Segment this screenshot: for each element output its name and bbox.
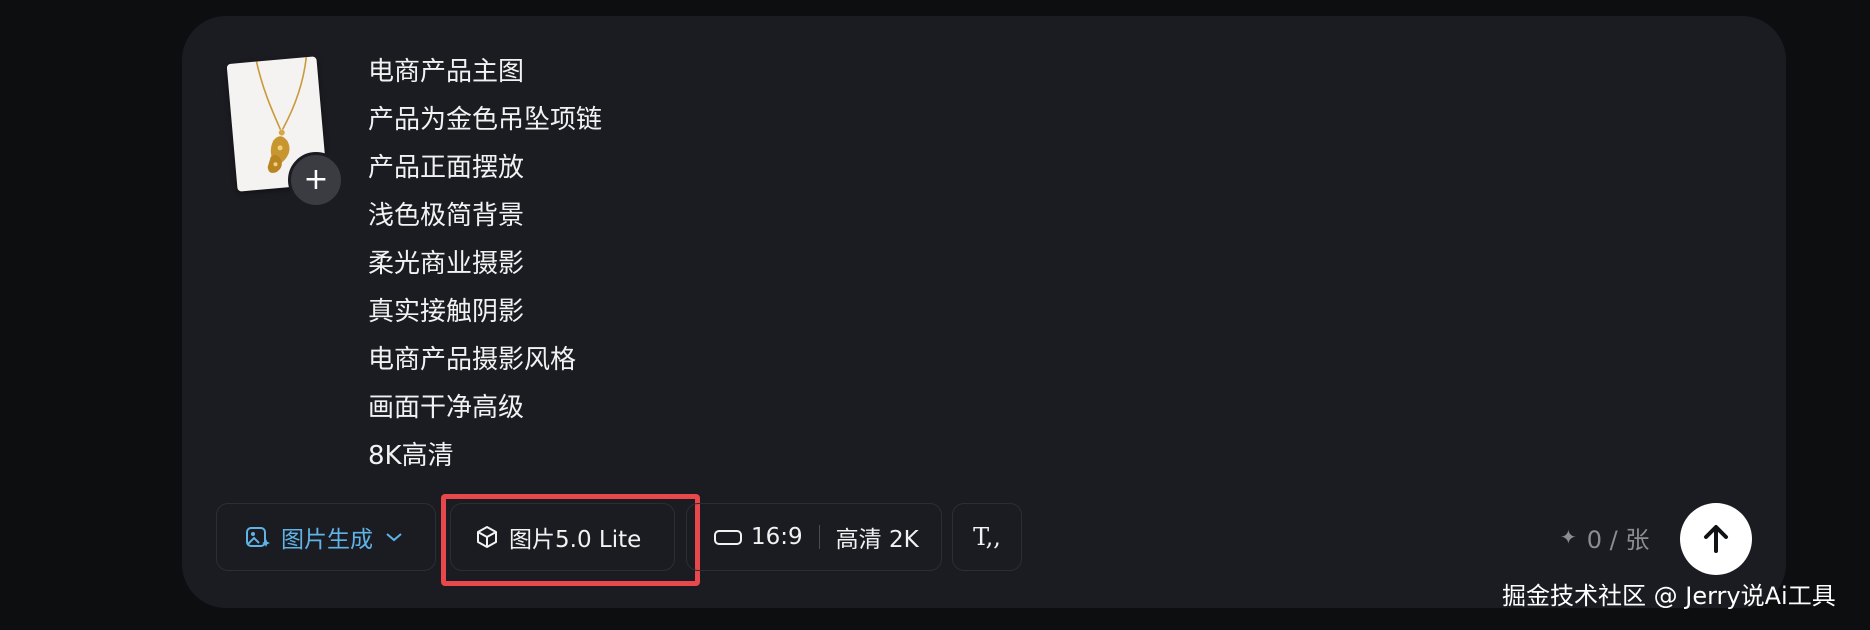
add-attachment-button[interactable]: + [288,152,344,208]
aspect-ratio-icon [713,527,743,547]
prompt-line: 画面干净高级 [368,393,525,423]
highlight-box [441,494,700,586]
ratio-label: 16:9 [751,524,803,550]
prompt-text[interactable]: 电商产品主图 产品为金色吊坠项链 产品正面摆放 浅色极简背景 柔光商业摄影 真实… [368,48,1268,480]
text-style-button[interactable]: T,, [952,503,1022,571]
arrow-up-icon [1702,524,1730,554]
attachment-area: + [224,56,344,208]
chevron-down-icon [385,531,403,543]
watermark: 掘金技术社区 @ Jerry说Ai工具 [1502,582,1836,610]
divider [818,525,820,549]
send-button[interactable] [1680,503,1752,575]
quality-label: 高清 2K [835,527,919,553]
prompt-line: 柔光商业摄影 [368,249,525,279]
prompt-line: 浅色极简背景 [368,201,525,231]
ratio-quality-button[interactable]: 16:9 高清 2K [686,503,942,571]
plus-icon: + [303,162,329,197]
image-sparkle-icon [245,524,271,550]
credits-counter: ✦ 0 / 张 [1560,517,1649,557]
prompt-line: 产品为金色吊坠项链 [368,105,603,135]
credits-label: 0 / 张 [1586,525,1650,554]
sparkle-icon: ✦ [1560,525,1577,549]
prompt-line: 电商产品主图 [368,57,525,87]
prompt-line: 产品正面摆放 [368,153,525,183]
prompt-line: 8K高清 [368,441,454,471]
generation-mode-label: 图片生成 [281,527,373,553]
prompt-line: 真实接触阴影 [368,297,525,327]
generation-mode-dropdown[interactable]: 图片生成 [216,503,436,571]
text-style-icon: T,, [973,523,1001,551]
prompt-line: 电商产品摄影风格 [368,345,577,375]
